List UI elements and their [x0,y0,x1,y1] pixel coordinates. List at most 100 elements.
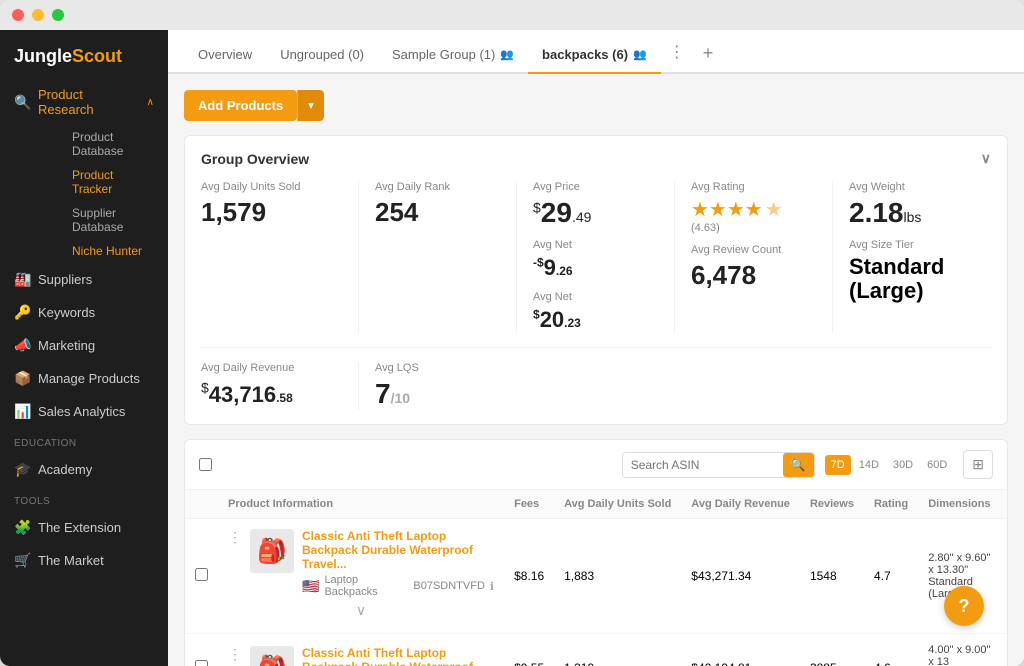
group-icon: 👥 [500,48,514,61]
product-thumbnail: 🎒 [250,646,294,666]
expand-button[interactable]: ∨ [228,598,494,623]
chevron-icon: ∧ [147,97,154,108]
tab-label: Ungrouped (0) [280,47,364,62]
sidebar-item-academy[interactable]: 🎓 Academy [0,453,168,486]
table-toolbar: 🔍 7D 14D 30D 60D ⊞ [185,440,1007,490]
add-products-group: Add Products ▾ [184,90,324,121]
group-overview-title: Group Overview [201,151,309,167]
keywords-icon: 🔑 [14,304,30,321]
stat-label-avg-net: Avg Net [533,291,658,303]
sidebar-item-label: Manage Products [38,371,140,386]
help-button[interactable]: ? [944,586,984,626]
suppliers-icon: 🏭 [14,271,30,288]
fees-cell: $8.16 [504,519,554,634]
row-2-checkbox[interactable] [195,660,208,666]
sidebar-item-keywords[interactable]: 🔑 Keywords [0,296,168,329]
sidebar-item-label: Sales Analytics [38,404,125,419]
maximize-button[interactable] [52,9,64,21]
stat-label-avg-fees: Avg Net [533,239,658,251]
product-name-link[interactable]: Classic Anti Theft Laptop Backpack Durab… [302,646,473,666]
select-all-checkbox[interactable] [199,458,212,471]
add-products-button[interactable]: Add Products [184,90,297,121]
tab-backpacks[interactable]: backpacks (6) 👥 [528,37,661,74]
avg-daily-units-cell: 1,319 [554,634,681,666]
sidebar-section-tools: TOOLS [0,486,168,511]
col-avg-daily-units: Avg Daily Units Sold [554,490,681,519]
stat-value: $29.49 [533,197,658,229]
product-details: Classic Anti Theft Laptop Backpack Durab… [302,529,494,598]
sales-analytics-icon: 📊 [14,403,30,420]
product-name-link[interactable]: Classic Anti Theft Laptop Backpack Durab… [302,529,473,571]
sidebar-item-label: Academy [38,462,92,477]
row-actions[interactable]: ⋮ [228,646,242,663]
stat-value-weight: 2.18lbs [849,197,975,229]
col-dimensions: Dimensions [918,490,1007,519]
stat-avg-lqs: Avg LQS 7/10 [359,362,517,410]
stat-value-lqs: 7/10 [375,378,501,410]
titlebar [0,0,1024,30]
tab-ungrouped[interactable]: Ungrouped (0) [266,37,378,74]
search-icon: 🔍 [14,94,30,111]
close-button[interactable] [12,9,24,21]
sidebar-section-education: EDUCATION [0,428,168,453]
product-category: Laptop Backpacks [324,574,408,598]
table-section: 🔍 7D 14D 30D 60D ⊞ [184,439,1008,666]
sidebar-item-the-market[interactable]: 🛒 The Market [0,544,168,577]
stat-avg-price: Avg Price $29.49 Avg Net -$9.26 [517,181,675,333]
row-actions[interactable]: ⋮ [228,529,242,546]
stat-label-avg-size-tier: Avg Size Tier [849,239,975,251]
time-7d[interactable]: 7D [825,455,851,475]
product-thumbnail: 🎒 [250,529,294,573]
main-content: Overview Ungrouped (0) Sample Group (1) … [168,30,1024,666]
group-overview-card: Group Overview ∨ Avg Daily Units Sold 1,… [184,135,1008,425]
sidebar-item-label: Product Research [38,87,139,117]
sidebar-item-product-research[interactable]: 🔍 Product Research ∧ [0,79,168,125]
sidebar-sub-item-niche-hunter[interactable]: Niche Hunter [36,239,168,263]
table-row: ⋮ 🎒 Classic Anti Theft Laptop Backpack D… [185,634,1007,666]
sidebar-sub-item-product-database[interactable]: Product Database [36,125,168,163]
sidebar-item-marketing[interactable]: 📣 Marketing [0,329,168,362]
row-checkbox-cell [185,634,218,666]
sidebar-item-label: Suppliers [38,272,92,287]
stat-value: 1,579 [201,197,342,228]
add-products-label: Add Products [198,98,283,113]
rating-cell: 4.6 [864,634,918,666]
sidebar-item-the-extension[interactable]: 🧩 The Extension [0,511,168,544]
stat-value-avg-fees: -$9.26 [533,255,658,281]
rating-cell: 4.7 [864,519,918,634]
sidebar-sub-item-supplier-database[interactable]: Supplier Database [36,201,168,239]
sidebar-item-manage-products[interactable]: 📦 Manage Products [0,362,168,395]
tab-overview[interactable]: Overview [184,37,266,74]
tab-sample-group[interactable]: Sample Group (1) 👥 [378,37,528,74]
row-1-checkbox[interactable] [195,568,208,581]
add-products-dropdown-button[interactable]: ▾ [297,90,324,121]
columns-button[interactable]: ⊞ [963,450,993,479]
sidebar-item-suppliers[interactable]: 🏭 Suppliers [0,263,168,296]
marketing-icon: 📣 [14,337,30,354]
academy-icon: 🎓 [14,461,30,478]
stat-label: Avg Price [533,181,658,193]
products-table: Product Information Fees Avg Daily Units… [185,490,1007,666]
info-icon[interactable]: ℹ [490,580,494,593]
table-wrap: Product Information Fees Avg Daily Units… [185,490,1007,666]
search-asin-input[interactable] [623,453,783,477]
tab-add-button[interactable]: + [693,35,724,72]
sidebar: JungleScout 🔍 Product Research ∧ Product… [0,30,168,666]
app-logo: JungleScout [0,30,168,79]
stat-value-avg-review-count: 6,478 [691,260,816,291]
search-button[interactable]: 🔍 [783,453,814,477]
fees-cell: $9.55 [504,634,554,666]
sidebar-sub-item-product-tracker[interactable]: Product Tracker [36,163,168,201]
market-icon: 🛒 [14,552,30,569]
time-30d[interactable]: 30D [887,455,919,475]
time-60d[interactable]: 60D [921,455,953,475]
collapse-icon[interactable]: ∨ [981,150,991,167]
content-area: Add Products ▾ Group Overview ∨ Avg Dai [168,74,1024,666]
sidebar-item-label: The Extension [38,520,121,535]
col-rating: Rating [864,490,918,519]
product-info-cell: ⋮ 🎒 Classic Anti Theft Laptop Backpack D… [218,519,504,634]
minimize-button[interactable] [32,9,44,21]
time-14d[interactable]: 14D [853,455,885,475]
tab-more-button[interactable]: ⋮ [661,32,693,72]
sidebar-item-sales-analytics[interactable]: 📊 Sales Analytics [0,395,168,428]
